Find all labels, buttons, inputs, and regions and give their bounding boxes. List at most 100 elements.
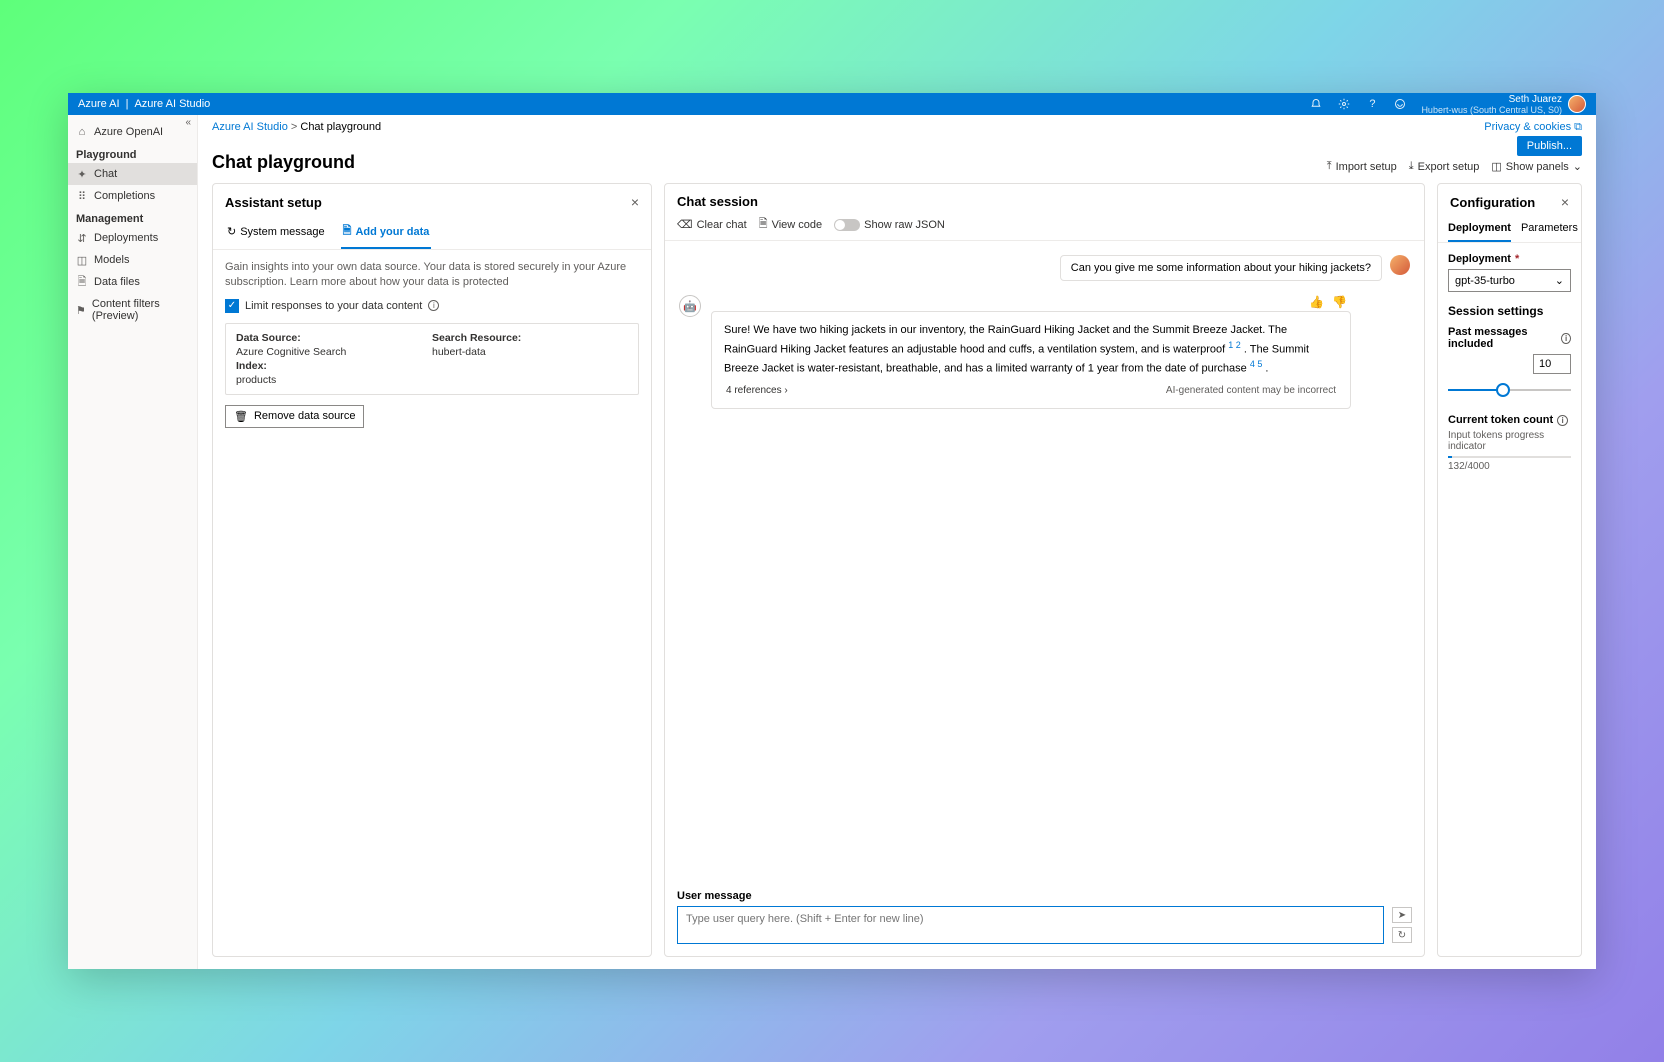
data-source-value: Azure Cognitive Search — [236, 346, 432, 358]
sidebar-item-content-filters[interactable]: ⚑ Content filters (Preview) — [68, 293, 197, 327]
brand-studio: Azure AI Studio — [134, 98, 210, 110]
home-icon: ⌂ — [76, 126, 88, 138]
view-code-button[interactable]: 🗎View code — [759, 215, 822, 234]
user-message-row: Can you give me some information about y… — [679, 255, 1410, 281]
files-icon: 🗎 — [76, 276, 88, 288]
tab-add-your-data[interactable]: 🗎 Add your data — [341, 216, 432, 249]
bot-message-row: 🤖 👍 👎 Sure! We have two hiking jackets i… — [679, 295, 1410, 409]
sidebar-item-models[interactable]: ◫ Models — [68, 249, 197, 271]
close-icon[interactable]: × — [631, 194, 639, 210]
sidebar-item-deployments[interactable]: ⇵ Deployments — [68, 227, 197, 249]
sidebar-item-label: Deployments — [94, 232, 158, 244]
chevron-right-icon: › — [784, 385, 787, 396]
search-resource-label: Search Resource: — [432, 332, 521, 344]
clear-chat-button[interactable]: ⌫Clear chat — [677, 218, 747, 231]
export-setup-button[interactable]: ⤓Export setup — [1409, 160, 1480, 173]
session-settings-title: Session settings — [1448, 304, 1571, 318]
references-toggle[interactable]: 4 references › — [726, 383, 788, 398]
deployment-value: gpt-35-turbo — [1455, 275, 1515, 287]
data-icon: 🗎 — [343, 222, 352, 241]
user-subscription: Hubert-wus (South Central US, S0) — [1421, 105, 1562, 115]
sidebar-item-label: Azure OpenAI — [94, 126, 163, 138]
breadcrumb-current: Chat playground — [300, 121, 381, 133]
code-icon: 🗎 — [759, 215, 768, 234]
close-icon[interactable]: × — [1561, 194, 1569, 210]
info-icon[interactable]: i — [1561, 333, 1571, 344]
data-source-label: Data Source: — [236, 332, 301, 344]
sidebar-item-azure-openai[interactable]: ⌂ Azure OpenAI — [68, 121, 197, 143]
past-messages-label: Past messages included — [1448, 326, 1557, 350]
user-message: Can you give me some information about y… — [1060, 255, 1382, 281]
deployment-label: Deployment — [1448, 253, 1511, 265]
show-panels-button[interactable]: ◫Show panels ⌄ — [1491, 160, 1582, 173]
thumbs-down-icon[interactable]: 👎 — [1332, 295, 1347, 309]
assistant-setup-panel: Assistant setup × ↻ System message 🗎 Add… — [212, 183, 652, 957]
import-icon: ⤒ — [1327, 160, 1332, 173]
chat-input[interactable] — [677, 906, 1384, 944]
brand-azure-ai: Azure AI — [78, 98, 120, 110]
refresh-icon: ↻ — [227, 225, 236, 238]
info-icon[interactable]: i — [428, 300, 439, 311]
chat-messages-area: Can you give me some information about y… — [665, 241, 1424, 884]
tab-parameters[interactable]: Parameters — [1521, 216, 1578, 242]
import-setup-button[interactable]: ⤒Import setup — [1327, 160, 1397, 173]
app-window: Azure AI | Azure AI Studio ? Seth Juarez… — [68, 93, 1596, 969]
limit-responses-checkbox[interactable]: ✓ — [225, 299, 239, 313]
deployments-icon: ⇵ — [76, 232, 88, 244]
privacy-link[interactable]: Privacy & cookies ⧉ — [1484, 121, 1582, 134]
breadcrumb-root[interactable]: Azure AI Studio — [212, 121, 288, 133]
index-value: products — [236, 374, 432, 386]
send-button[interactable]: ➤ — [1392, 907, 1412, 923]
broom-icon: ⌫ — [677, 218, 693, 231]
thumbs-up-icon[interactable]: 👍 — [1309, 295, 1324, 309]
feedback-icon[interactable] — [1393, 97, 1407, 111]
sidebar-item-data-files[interactable]: 🗎 Data files — [68, 271, 197, 293]
settings-icon[interactable] — [1337, 97, 1351, 111]
deployment-select[interactable]: gpt-35-turbo ⌄ — [1448, 269, 1571, 292]
filter-icon: ⚑ — [76, 304, 86, 316]
notifications-icon[interactable] — [1309, 97, 1323, 111]
ai-disclaimer: AI-generated content may be incorrect — [1166, 383, 1336, 398]
past-messages-input[interactable] — [1533, 354, 1571, 374]
limit-responses-label: Limit responses to your data content — [245, 300, 422, 312]
user-message-label: User message — [677, 890, 1412, 902]
panels-icon: ◫ — [1491, 160, 1501, 173]
sidebar-item-label: Completions — [94, 190, 155, 202]
info-icon[interactable]: i — [1557, 415, 1568, 426]
regenerate-button[interactable]: ↻ — [1392, 927, 1412, 943]
bot-message: Sure! We have two hiking jackets in our … — [711, 311, 1351, 409]
tab-deployment[interactable]: Deployment — [1448, 216, 1511, 242]
past-messages-slider[interactable] — [1448, 380, 1571, 400]
bot-avatar-icon: 🤖 — [679, 295, 701, 317]
assistant-setup-title: Assistant setup — [225, 195, 322, 210]
raw-json-toggle[interactable]: Show raw JSON — [834, 219, 945, 231]
external-link-icon: ⧉ — [1574, 121, 1582, 133]
page-title: Chat playground — [212, 152, 355, 173]
configuration-title: Configuration — [1450, 195, 1535, 210]
chat-icon: ✦ — [76, 168, 88, 180]
sidebar-section-management: Management — [68, 207, 197, 227]
publish-button[interactable]: Publish... — [1517, 136, 1582, 156]
data-source-box: Data Source: Search Resource: Azure Cogn… — [225, 323, 639, 395]
remove-data-source-button[interactable]: 🗑 Remove data source — [225, 405, 364, 428]
token-count-label: Current token count — [1448, 414, 1553, 426]
sidebar-item-completions[interactable]: ⠿ Completions — [68, 185, 197, 207]
sidebar-item-label: Chat — [94, 168, 117, 180]
citation-ref[interactable]: 4 5 — [1250, 359, 1263, 369]
tab-system-message[interactable]: ↻ System message — [225, 216, 327, 249]
sidebar-item-label: Data files — [94, 276, 140, 288]
sidebar-item-chat[interactable]: ✦ Chat — [68, 163, 197, 185]
citation-ref[interactable]: 1 2 — [1228, 340, 1241, 350]
chat-session-panel: Chat session ⌫Clear chat 🗎View code Show… — [664, 183, 1425, 957]
help-icon[interactable]: ? — [1365, 97, 1379, 111]
chevron-down-icon: ⌄ — [1573, 160, 1582, 173]
user-menu[interactable]: Seth Juarez Hubert-wus (South Central US… — [1421, 94, 1586, 115]
sidebar-item-label: Content filters (Preview) — [92, 298, 189, 322]
search-resource-value: hubert-data — [432, 346, 628, 358]
topbar: Azure AI | Azure AI Studio ? Seth Juarez… — [68, 93, 1596, 115]
export-icon: ⤓ — [1409, 160, 1414, 173]
models-icon: ◫ — [76, 254, 88, 266]
sidebar-collapse-icon[interactable]: « — [185, 117, 191, 128]
completions-icon: ⠿ — [76, 190, 88, 202]
data-hint-text: Gain insights into your own data source.… — [225, 260, 639, 291]
